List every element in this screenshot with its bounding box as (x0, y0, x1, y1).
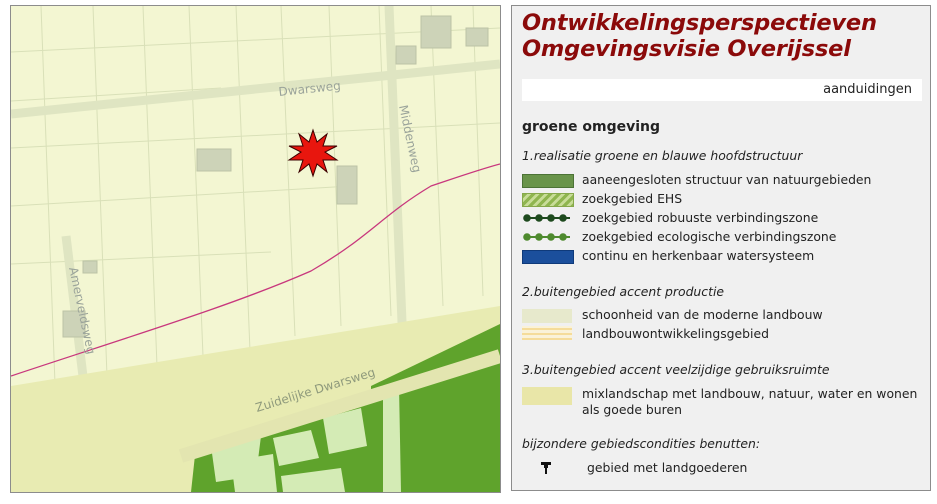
map-canvas[interactable]: Dwarsweg Middenweg Amerveldsweg Zuidelij… (11, 6, 500, 492)
swatch-landbouwontwikkelingsgebied (522, 326, 572, 340)
swatch-ecologische-verbindingszone (523, 233, 570, 241)
legend-item-landbouwontwikkelingsgebied: landbouwontwikkelingsgebied (582, 326, 769, 341)
group-4-title: bijzondere gebiedscondities benutten: (522, 436, 761, 451)
legend-item-natuurgebieden: aaneengesloten structuur van natuurgebie… (582, 172, 872, 187)
location-marker-icon[interactable] (287, 128, 339, 178)
group-1-title: 1.realisatie groene en blauwe hoofdstruc… (522, 148, 803, 163)
swatch-moderne-landbouw (522, 309, 572, 323)
group-2-title: 2.buitengebied accent productie (522, 284, 725, 299)
swatch-robuuste-verbindingszone (523, 214, 570, 222)
swatch-natuurgebieden (522, 174, 574, 188)
legend-item-landgoederen: gebied met landgoederen (587, 460, 748, 475)
legend-item-mixlandschap-line-1: mixlandschap met landbouw, natuur, water… (582, 386, 918, 401)
legend-item-moderne-landbouw: schoonheid van de moderne landbouw (582, 307, 823, 322)
swatch-mixlandschap (522, 387, 572, 405)
legend-title-line-2: Omgevingsvisie Overijssel (522, 36, 851, 62)
legend-item-mixlandschap-line-2: als goede buren (582, 402, 682, 417)
road-label-middenweg: Middenweg (396, 104, 424, 174)
legend-title-line-1: Ontwikkelingsperspectieven (522, 10, 877, 36)
legend-item-watersysteem: continu en herkenbaar watersysteem (582, 248, 815, 263)
legend-item-robuuste-verbindingszone: zoekgebied robuuste verbindingszone (582, 210, 819, 225)
swatch-zoekgebied-ehs (522, 193, 574, 207)
legend-item-zoekgebied-ehs: zoekgebied EHS (582, 191, 683, 206)
section-title: groene omgeving (522, 119, 661, 135)
legend-panel: Ontwikkelingsperspectieven Omgevingsvisi… (511, 5, 931, 491)
group-3-title: 3.buitengebied accent veelzijdige gebrui… (522, 362, 830, 377)
tab-aanduidingen[interactable]: aanduidingen (823, 82, 912, 97)
swatch-watersysteem (522, 250, 574, 264)
legend-item-mixlandschap: mixlandschap met landbouw, natuur, water… (582, 386, 917, 418)
landgoed-icon (541, 462, 551, 474)
map-panel[interactable]: Dwarsweg Middenweg Amerveldsweg Zuidelij… (10, 5, 501, 493)
legend-item-ecologische-verbindingszone: zoekgebied ecologische verbindingszone (582, 229, 837, 244)
legend-tab-bar[interactable]: aanduidingen (522, 79, 922, 101)
legend-title: Ontwikkelingsperspectieven Omgevingsvisi… (522, 10, 877, 62)
